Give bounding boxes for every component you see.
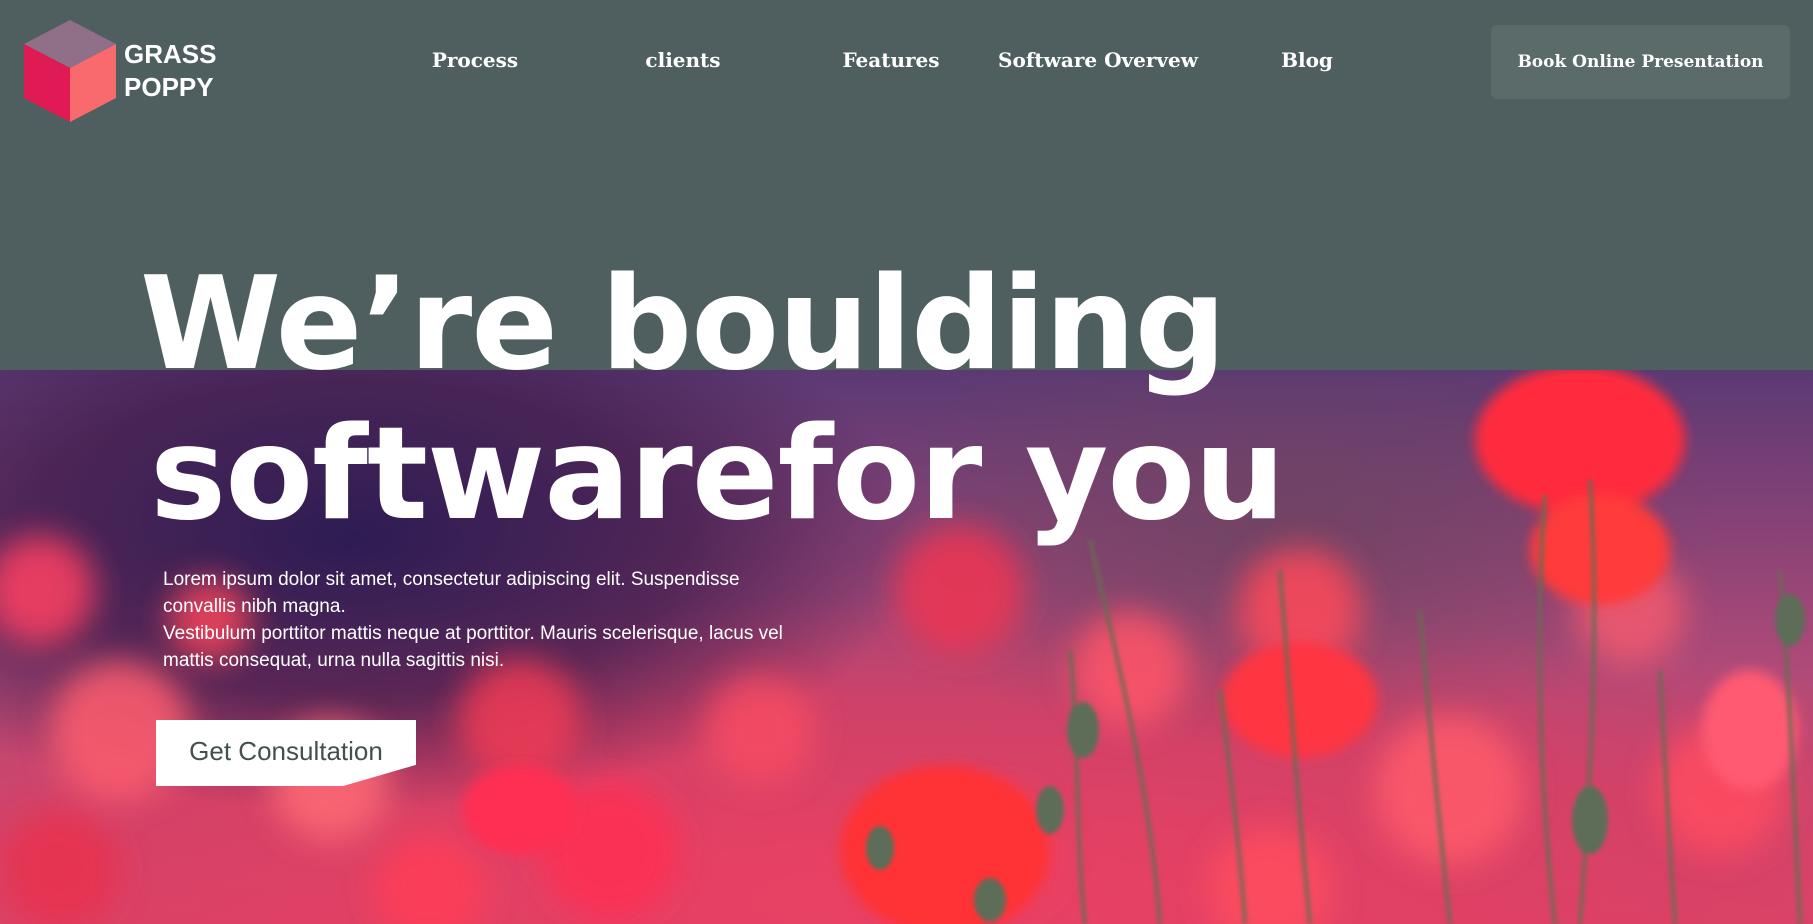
brand-logo[interactable]: GRASS POPPY [24, 20, 216, 122]
hero-headline-line1: We’re boulding [140, 250, 1226, 399]
brand-name-line1: GRASS [124, 39, 217, 69]
hero-description: Lorem ipsum dolor sit amet, consectetur … [163, 566, 893, 674]
hero-headline-line2: softwarefor you [150, 400, 1285, 549]
hero-headline: We’re boulding softwarefor you [140, 250, 1285, 550]
book-presentation-button[interactable]: Book Online Presentation [1491, 25, 1790, 99]
nav-item-features[interactable]: Features [786, 45, 996, 75]
get-consultation-button[interactable]: Get Consultation [156, 720, 416, 786]
nav-item-blog[interactable]: Blog [1202, 45, 1412, 75]
brand-name-line2: POPPY [124, 72, 214, 102]
brand-name: GRASS POPPY [124, 38, 216, 104]
hero-description-line: Lorem ipsum dolor sit amet, consectetur … [163, 569, 740, 590]
hero-description-line: mattis consequat, urna nulla sagittis ni… [163, 650, 505, 671]
hero-description-line: Vestibulum porttitor mattis neque at por… [163, 623, 783, 644]
nav-item-clients[interactable]: clients [578, 45, 788, 75]
nav-item-software-overview[interactable]: Software Overvew [993, 45, 1203, 75]
hero-description-line: convallis nibh magna. [163, 596, 346, 617]
nav-item-process[interactable]: Process [370, 45, 580, 75]
landing-page: GRASS POPPY Process clients Features Sof… [0, 0, 1813, 924]
cube-icon [24, 20, 116, 122]
